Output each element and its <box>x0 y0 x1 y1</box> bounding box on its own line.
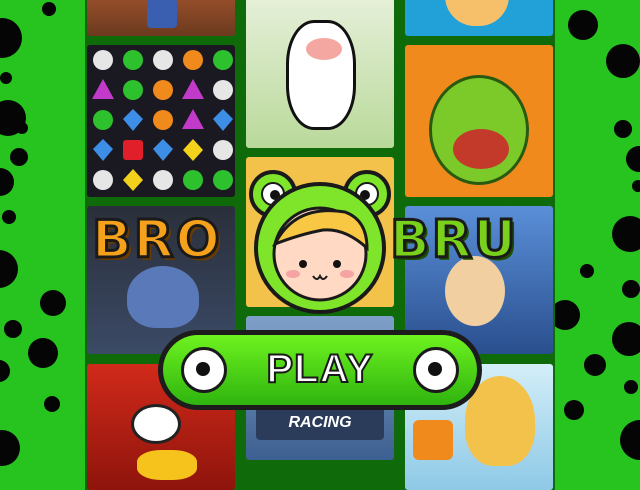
game-thumbnail-cow[interactable] <box>246 0 394 148</box>
game-thumbnail-top-right[interactable] <box>405 0 553 36</box>
play-button[interactable]: PLAY <box>158 330 482 410</box>
bird-beak-icon <box>137 450 197 480</box>
play-button-label: PLAY <box>265 346 374 392</box>
game-thumbnail-jewels[interactable] <box>87 45 235 197</box>
right-dot-pattern <box>550 0 640 480</box>
cow-icon <box>286 20 356 130</box>
mascot-character <box>249 170 391 314</box>
bird-eye-icon <box>131 404 181 444</box>
racing-logo: RACING <box>256 406 384 440</box>
racing-title: RACING <box>288 414 352 431</box>
left-dot-pattern <box>0 0 90 480</box>
game-thumbnail-top-left[interactable] <box>87 0 235 36</box>
play-button-face[interactable]: PLAY <box>163 335 477 405</box>
game-thumbnail-green-monster[interactable] <box>405 45 553 197</box>
logo-word-bru: BRU <box>389 209 518 272</box>
fox-icon <box>413 420 453 460</box>
jewel-grid-icon <box>92 50 233 191</box>
logo-word-bro: BRO <box>91 209 222 272</box>
cat-icon <box>127 266 199 328</box>
